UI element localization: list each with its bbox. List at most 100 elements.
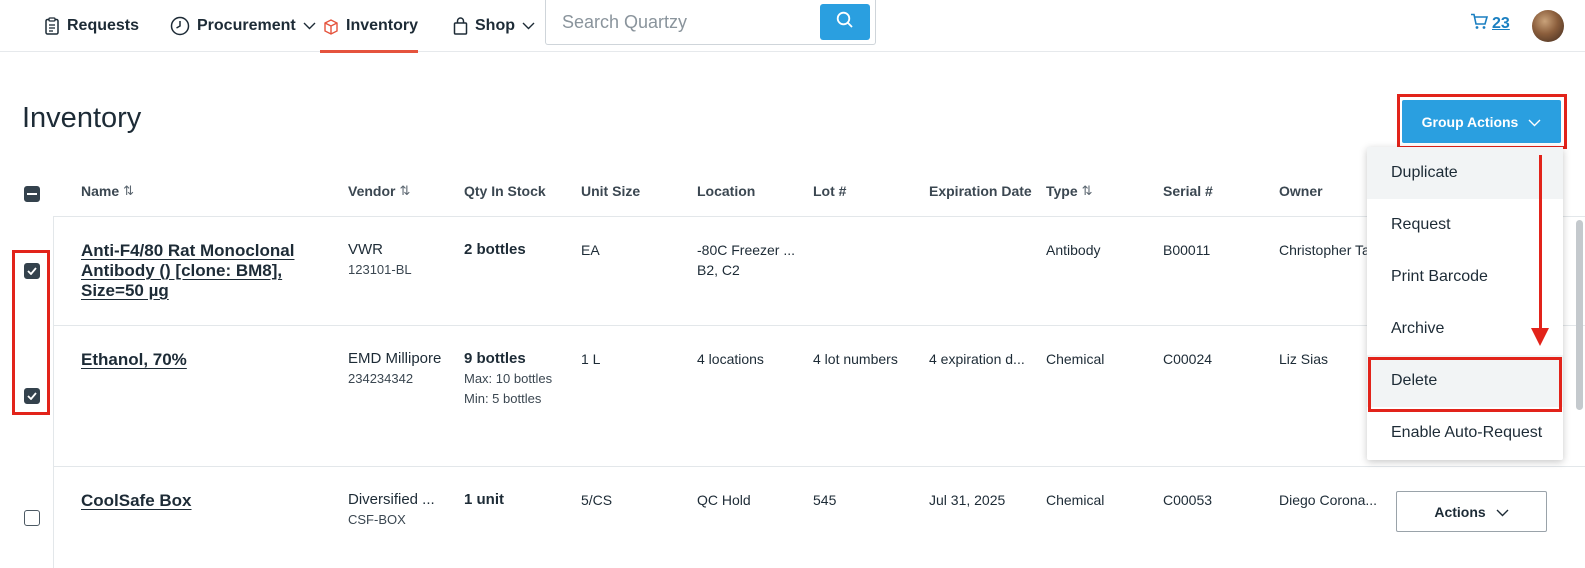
qty-max: Max: 10 bottles [464, 371, 553, 386]
column-header-serial: Serial # [1163, 183, 1213, 199]
cart-count: 23 [1492, 15, 1510, 32]
serial-cell: C00053 [1163, 492, 1213, 508]
sort-icon: ⇅ [123, 183, 135, 198]
menu-item-duplicate[interactable]: Duplicate [1367, 147, 1563, 199]
vendor-name: Diversified ... [348, 491, 435, 508]
search-input[interactable] [562, 10, 802, 34]
nav-shop-label: Shop [475, 17, 515, 34]
catalog-number: 234234342 [348, 371, 414, 386]
column-header-label: Qty In Stock [464, 183, 546, 199]
unit-cell: EA [581, 242, 600, 258]
column-header-qty: Qty In Stock [464, 183, 546, 199]
shopping-bag-icon [453, 17, 468, 35]
qty-cell: 2 bottles [464, 240, 526, 260]
qty-value: 9 bottles [464, 350, 526, 367]
vendor-cell: Diversified ... CSF-BOX [348, 490, 435, 530]
owner-cell: Diego Corona... [1279, 492, 1378, 508]
row-checkbox[interactable] [24, 510, 40, 526]
nav-inventory[interactable]: Inventory [323, 0, 418, 52]
nav-shop[interactable]: Shop [453, 0, 535, 52]
type-cell: Chemical [1046, 492, 1105, 508]
row-actions-label: Actions [1434, 503, 1486, 520]
expiration-cell: Jul 31, 2025 [929, 492, 1006, 508]
page-title: Inventory [22, 102, 142, 134]
lot-cell: 545 [813, 492, 837, 508]
annotation-arrow-head [1531, 328, 1549, 346]
highlight-selected-checkboxes [12, 250, 50, 415]
vendor-cell: VWR 123101-BL [348, 240, 412, 280]
column-header-label: Vendor [348, 183, 396, 199]
catalog-number: 123101-BL [348, 262, 412, 277]
vendor-name: VWR [348, 241, 383, 258]
serial-cell: C00024 [1163, 351, 1213, 367]
top-nav: Requests Procurement Inventory Shop Sear… [0, 0, 1585, 53]
avatar[interactable] [1532, 10, 1564, 42]
column-header-label: Owner [1279, 183, 1323, 199]
item-name-link[interactable]: Anti-F4/80 Rat Monoclonal Antibody () [c… [81, 241, 294, 301]
item-name-line: Ethanol, 70% [81, 350, 187, 369]
item-name-line: Antibody () [clone: BM8], [81, 261, 283, 280]
highlight-delete [1368, 357, 1562, 412]
search-bar [545, 0, 876, 45]
unit-cell: 5/CS [581, 492, 613, 508]
column-header-lot: Lot # [813, 183, 846, 199]
box-icon [323, 18, 339, 35]
column-header-label: Name [81, 183, 120, 199]
location-value: -80C Freezer ... [697, 242, 796, 258]
type-cell: Antibody [1046, 242, 1101, 258]
location-cell: -80C Freezer ... B2, C2 [697, 240, 795, 280]
catalog-number: CSF-BOX [348, 512, 406, 527]
menu-item-print-barcode[interactable]: Print Barcode [1367, 251, 1563, 303]
qty-value: 2 bottles [464, 241, 526, 258]
select-all-checkbox[interactable] [24, 186, 40, 202]
column-header-label: Unit Size [581, 183, 641, 199]
search-icon [836, 11, 854, 34]
owner-cell: Liz Sias [1279, 351, 1329, 367]
clock-icon [170, 16, 190, 36]
serial-cell: B00011 [1163, 242, 1211, 258]
row-actions-button[interactable]: Actions [1396, 491, 1547, 532]
column-header-owner: Owner [1279, 183, 1323, 199]
menu-item-enable-auto-request[interactable]: Enable Auto-Request [1367, 407, 1563, 459]
row-divider [53, 325, 1585, 326]
clipboard-icon [44, 17, 60, 35]
column-header-type[interactable]: Type ⇅ [1046, 183, 1093, 199]
column-header-name[interactable]: Name ⇅ [81, 183, 134, 199]
scrollbar[interactable] [1576, 220, 1583, 410]
item-name-line: Size=50 µg [81, 281, 169, 300]
column-header-label: Serial # [1163, 183, 1213, 199]
location-cell: 4 locations [697, 351, 764, 367]
row-divider [53, 466, 1585, 467]
type-cell: Chemical [1046, 351, 1105, 367]
column-header-label: Expiration Date [929, 183, 1032, 199]
column-header-location: Location [697, 183, 755, 199]
chevron-down-icon [1496, 504, 1509, 520]
item-name-line: Anti-F4/80 Rat Monoclonal [81, 241, 295, 260]
item-name-link[interactable]: CoolSafe Box [81, 491, 192, 511]
nav-inventory-label: Inventory [346, 17, 419, 34]
column-header-unit: Unit Size [581, 183, 640, 199]
unit-cell: 1 L [581, 351, 601, 367]
sort-icon: ⇅ [1081, 183, 1093, 198]
sort-icon: ⇅ [399, 183, 411, 198]
item-name-line: CoolSafe Box [81, 491, 192, 510]
chevron-down-icon [303, 22, 316, 30]
cart-link[interactable]: 23 [1470, 13, 1510, 35]
menu-item-request[interactable]: Request [1367, 199, 1563, 251]
active-tab-indicator [320, 50, 418, 53]
item-name-link[interactable]: Ethanol, 70% [81, 350, 187, 370]
location-cell: QC Hold [697, 492, 751, 508]
search-button[interactable] [820, 4, 870, 40]
cart-icon [1470, 13, 1489, 35]
qty-value: 1 unit [464, 491, 504, 508]
column-header-vendor[interactable]: Vendor ⇅ [348, 183, 410, 199]
owner-cell: Christopher Ta [1279, 242, 1370, 258]
column-header-label: Location [697, 183, 756, 199]
nav-procurement[interactable]: Procurement [170, 0, 316, 52]
lot-cell: 4 lot numbers [813, 351, 898, 367]
qty-cell: 1 unit [464, 490, 504, 510]
location-sub: B2, C2 [697, 262, 740, 278]
nav-requests-label: Requests [67, 17, 140, 34]
expiration-cell: 4 expiration d... [929, 351, 1025, 367]
nav-requests[interactable]: Requests [44, 0, 139, 52]
